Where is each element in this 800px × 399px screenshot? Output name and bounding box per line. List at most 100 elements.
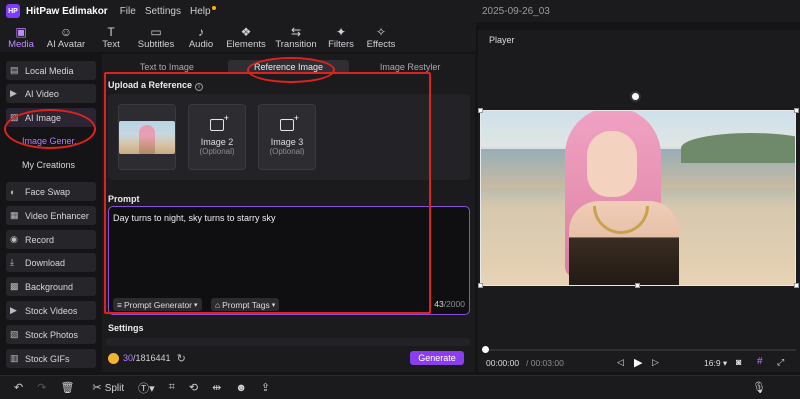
character-counter: 43/2000 bbox=[434, 299, 465, 309]
playhead-knob[interactable] bbox=[482, 346, 489, 353]
record-icon: ◉ bbox=[10, 234, 18, 244]
ai-video-icon: ▶ bbox=[10, 88, 17, 98]
filters-icon: ✦ bbox=[335, 25, 347, 39]
sidebar-item-record[interactable]: ◉ Record bbox=[6, 230, 96, 249]
coin-icon bbox=[108, 352, 119, 364]
undo-icon[interactable]: ↶ bbox=[14, 381, 23, 394]
snapshot-icon[interactable]: ◙ bbox=[736, 357, 741, 367]
microphone-icon[interactable]: 🎙 bbox=[752, 381, 766, 394]
toolbar-media[interactable]: ▣ Media bbox=[4, 25, 38, 52]
download-icon: ⤓ bbox=[10, 257, 14, 267]
sidebar-sub-my-creations[interactable]: My Creations bbox=[22, 160, 75, 170]
toolbar-transition[interactable]: ⇆ Transition bbox=[274, 25, 318, 52]
settings-title: Settings bbox=[108, 323, 144, 333]
audio-icon: ♪ bbox=[198, 25, 204, 39]
title-bar: HP HitPaw Edimakor File Settings Help 20… bbox=[0, 0, 800, 22]
mirror-icon[interactable]: ⇹ bbox=[212, 381, 221, 394]
aspect-ratio-value: 16:9 bbox=[704, 358, 721, 368]
sidebar-item-stock-videos[interactable]: ▶ Stock Videos bbox=[6, 301, 96, 320]
toolbar-filters[interactable]: ✦ Filters bbox=[324, 25, 358, 52]
toolbar-ai-avatar[interactable]: ☺ AI Avatar bbox=[44, 25, 88, 52]
resize-handle[interactable] bbox=[478, 108, 483, 113]
sidebar-item-stock-gifs[interactable]: ▥ Stock GIFs bbox=[6, 349, 96, 368]
face-swap-icon: ◐ bbox=[10, 186, 16, 197]
sidebar-item-local-media[interactable]: ▤ Local Media bbox=[6, 61, 96, 80]
media-sidebar: ▤ Local Media ▶ AI Video ▨ AI Image ◐ Face Swap… bbox=[0, 54, 100, 372]
face-icon[interactable]: ☻ bbox=[235, 382, 247, 394]
toolbar-subtitles[interactable]: ▭ Subtitles bbox=[134, 25, 178, 52]
sidebar-item-stock-photos[interactable]: ▧ Stock Photos bbox=[6, 325, 96, 344]
delete-icon[interactable]: 🗑 bbox=[60, 381, 74, 394]
toolbar-text[interactable]: T Text bbox=[94, 25, 128, 52]
rotate-icon[interactable]: ⟲ bbox=[189, 381, 198, 394]
project-name: 2025-09-26_03 bbox=[482, 5, 550, 17]
toolbar-label: Effects bbox=[366, 39, 396, 50]
total-time: / 00:03:00 bbox=[526, 358, 564, 368]
app-name: HitPaw Edimakor bbox=[26, 5, 108, 17]
rotate-handle-icon[interactable] bbox=[630, 91, 641, 102]
generate-button[interactable]: Generate bbox=[410, 351, 464, 365]
ai-avatar-icon: ☺ bbox=[59, 25, 73, 39]
player-panel: Player 00:00:00 / 00:03:00 ◁ ▶ ▷ 16:9 ▾ … bbox=[478, 30, 800, 372]
credit-row: 30/1816441 ↻ Generate bbox=[108, 349, 470, 367]
current-time: 00:00:00 bbox=[486, 358, 520, 368]
grid-icon[interactable]: # bbox=[757, 356, 763, 367]
sidebar-item-background[interactable]: ▩ Background bbox=[6, 277, 96, 296]
folder-icon: ▤ bbox=[10, 65, 19, 75]
menu-settings[interactable]: Settings bbox=[145, 6, 181, 17]
transition-icon: ⇆ bbox=[290, 25, 302, 39]
background-icon: ▩ bbox=[10, 281, 19, 291]
sidebar-item-label: Stock GIFs bbox=[25, 353, 70, 364]
fullscreen-icon[interactable]: ⤢ bbox=[777, 357, 784, 368]
next-frame-icon[interactable]: ▷ bbox=[652, 357, 659, 368]
menu-help-label: Help bbox=[189, 5, 211, 17]
video-enhancer-icon: ▦ bbox=[10, 210, 19, 220]
refresh-icon[interactable]: ↻ bbox=[177, 352, 186, 365]
resize-handle[interactable] bbox=[794, 108, 799, 113]
play-icon[interactable]: ▶ bbox=[634, 356, 642, 369]
sidebar-item-label: Video Enhancer bbox=[25, 210, 89, 221]
credits-display: 30/1816441 bbox=[123, 353, 171, 363]
counter-max: /2000 bbox=[443, 299, 465, 309]
sidebar-item-video-enhancer[interactable]: ▦ Video Enhancer bbox=[6, 206, 96, 225]
toolbar-elements[interactable]: ❖ Elements bbox=[224, 25, 268, 52]
resize-handle[interactable] bbox=[478, 283, 483, 288]
text-icon: T bbox=[107, 25, 115, 39]
toolbar-effects[interactable]: ✧ Effects bbox=[364, 25, 398, 52]
crop-icon[interactable]: ⌗ bbox=[169, 381, 175, 394]
timeline-scrubber[interactable] bbox=[484, 349, 796, 351]
toolbar-label: Media bbox=[8, 39, 34, 50]
toolbar-label: Audio bbox=[188, 39, 214, 50]
effects-icon: ✧ bbox=[375, 25, 387, 39]
counter-current: 43 bbox=[434, 299, 444, 309]
previous-frame-icon[interactable]: ◁ bbox=[617, 357, 624, 368]
player-controls: 00:00:00 / 00:03:00 ◁ ▶ ▷ 16:9 ▾ ◙ # ⤢ bbox=[478, 356, 800, 370]
top-toolbar: ▣ Media ☺ AI Avatar T Text ▭ Subtitles ♪ Audio ❖ El… bbox=[0, 22, 476, 52]
text-tool-icon[interactable]: Ⓣ▾ bbox=[138, 380, 155, 396]
resize-handle[interactable] bbox=[635, 283, 640, 288]
sidebar-item-download[interactable]: ⤓ Download bbox=[6, 253, 96, 272]
annotation-ellipse-sidebar bbox=[4, 109, 96, 149]
menu-file[interactable]: File bbox=[120, 6, 136, 17]
export-frame-icon[interactable]: ⇪ bbox=[261, 381, 270, 394]
sidebar-item-face-swap[interactable]: ◐ Face Swap bbox=[6, 182, 96, 201]
sidebar-item-label: Local Media bbox=[25, 65, 74, 76]
redo-icon[interactable]: ↷ bbox=[37, 381, 46, 394]
split-button[interactable]: ✂ Split bbox=[92, 381, 124, 394]
notification-dot-icon bbox=[211, 5, 216, 10]
video-preview[interactable] bbox=[480, 110, 796, 286]
scissors-icon: ✂ bbox=[92, 382, 102, 394]
elements-icon: ❖ bbox=[240, 25, 252, 39]
toolbar-label: Elements bbox=[226, 39, 266, 50]
menu-help[interactable]: Help bbox=[189, 5, 216, 17]
settings-section[interactable] bbox=[106, 338, 470, 346]
stock-videos-icon: ▶ bbox=[10, 305, 17, 315]
aspect-ratio-select[interactable]: 16:9 ▾ bbox=[704, 358, 727, 369]
sidebar-item-label: Background bbox=[25, 281, 74, 292]
resize-handle[interactable] bbox=[794, 283, 799, 288]
stock-gifs-icon: ▥ bbox=[10, 353, 19, 363]
toolbar-audio[interactable]: ♪ Audio bbox=[184, 25, 218, 52]
sidebar-item-ai-video[interactable]: ▶ AI Video bbox=[6, 84, 96, 103]
toolbar-label: Text bbox=[102, 39, 120, 50]
sidebar-item-label: Download bbox=[25, 257, 66, 268]
